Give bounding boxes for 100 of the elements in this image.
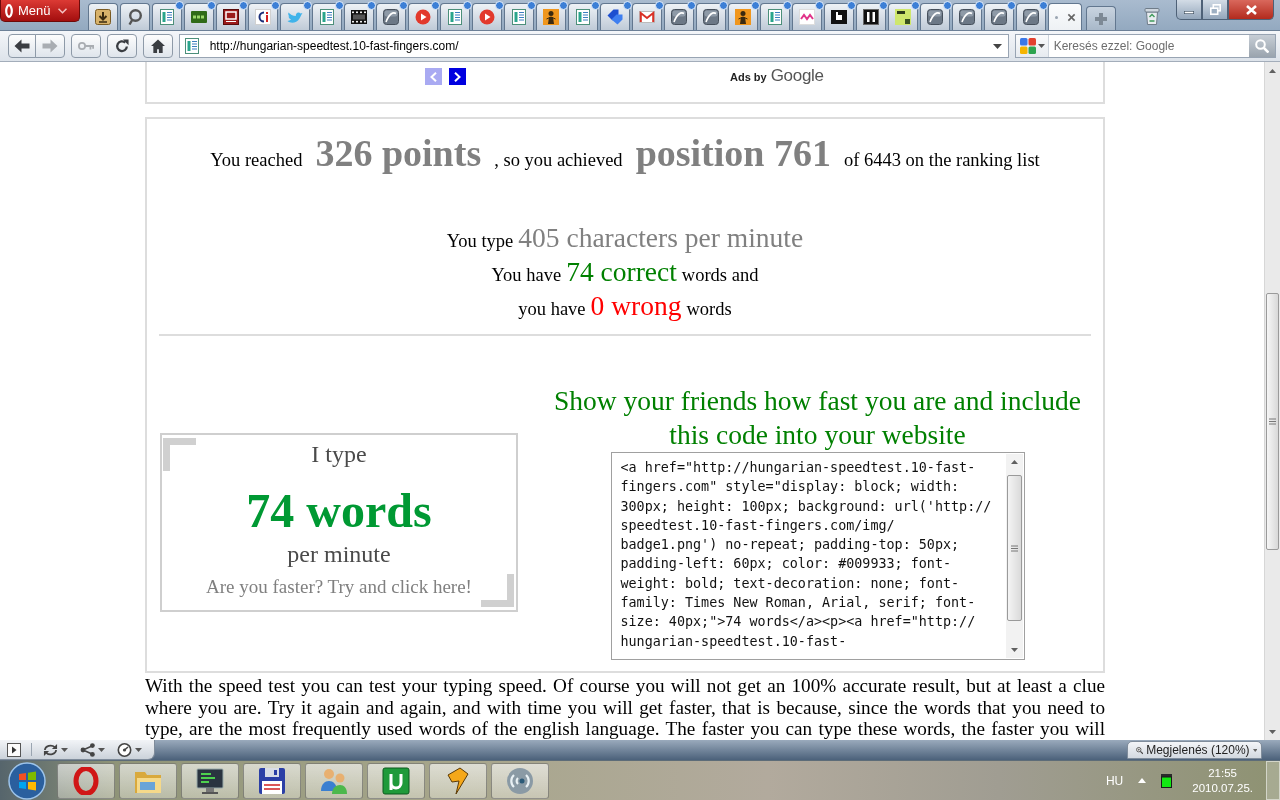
search-engine-button[interactable] [1015, 35, 1049, 57]
intro-paragraph: With the speed test you can test your typing speed. Of course you will not get an 100% accurate result, but at least a clue where you are. Try it again and again, and with time you will get faster, that is because, since the words that you need to type, are the most frequently used words of the english language. The faster you can type these words, the faster you will [145, 675, 1105, 740]
home-button[interactable] [142, 34, 173, 58]
code-textarea[interactable]: <a href="http://hungarian-speedtest.10-fast- fingers.com" style="display: block; width: 300px; height: 100px; background: url('http:// speedtest.10-fast-fingers.com/img/ badge1.png') no-repeat; padding-top: 50px; padding-left: 60px; color: #009933; font- weight: bold; text-decoration: none; font- family: Times New Roman, Arial, serif; font- size: 40px;">74 words</a><p><a href="http:// hungarian-speedtest.10-fast- [610, 452, 1025, 660]
correct-count: 74 correct [566, 255, 677, 289]
arrow-right-icon [41, 39, 58, 53]
trash-icon[interactable] [1144, 7, 1160, 25]
reload-button[interactable] [106, 34, 137, 58]
ranking-value: 326 points [315, 131, 482, 176]
caret-down-icon[interactable] [992, 43, 1002, 49]
page-icon [183, 38, 200, 54]
logo-icon [1019, 38, 1036, 54]
result-text: You have [491, 264, 562, 287]
grip-icon [1010, 544, 1018, 552]
tile-icon [191, 9, 207, 25]
tab[interactable] [696, 3, 726, 30]
result-text: words [686, 298, 732, 321]
close-icon[interactable] [1066, 12, 1076, 22]
ranking-value: position 761 [635, 131, 831, 176]
tile-icon [959, 9, 975, 25]
play-icon [415, 9, 431, 25]
tile-icon [863, 9, 879, 25]
ads-label: Ads by [730, 71, 767, 84]
waves-icon [506, 766, 534, 795]
restore-button[interactable] [1202, 0, 1228, 20]
back-button[interactable] [8, 34, 36, 58]
tab[interactable] [536, 3, 566, 30]
ring-icon [127, 9, 143, 25]
plus-icon [1095, 12, 1107, 25]
tab[interactable] [1016, 3, 1046, 30]
caret-down-icon [1037, 44, 1045, 48]
tab[interactable] [376, 3, 406, 30]
tab[interactable] [824, 3, 854, 30]
corner-bracket-icon [163, 437, 196, 471]
tab[interactable] [664, 3, 694, 30]
badge-call-to-action: Are you faster? Try and click here! [206, 574, 472, 599]
sync-button[interactable] [43, 742, 68, 757]
tile-icon [1023, 9, 1039, 25]
tab[interactable] [728, 3, 758, 30]
result-text: You type [446, 230, 514, 253]
minimize-icon [1184, 11, 1194, 14]
arrow-down-icon [1010, 648, 1018, 652]
battery-icon[interactable] [1161, 773, 1173, 788]
speed-badge-link[interactable]: I type 74 words per minute Are you faster? Try and click here! [160, 432, 518, 612]
new-tab-button[interactable] [1086, 6, 1116, 30]
taskbar-button[interactable] [181, 762, 239, 799]
logo-icon [255, 9, 271, 25]
address-field[interactable]: http://hungarian-speedtest.10-fast-fingers.com/ [178, 34, 1009, 58]
ads-brand[interactable]: Google [770, 66, 824, 86]
result-text: , so you achieved [494, 149, 623, 172]
result-text: you have [518, 298, 586, 321]
caret-down-icon [61, 747, 68, 752]
bird-icon [287, 9, 303, 25]
arrow-up-icon [1269, 68, 1276, 73]
gauge-icon [117, 742, 132, 757]
next-button[interactable] [449, 68, 466, 85]
start-orb-icon[interactable] [8, 761, 46, 800]
page-icon [511, 9, 527, 25]
result-text: words and [681, 264, 759, 287]
tab[interactable] [216, 3, 246, 30]
chevron-right-icon [454, 71, 461, 82]
zoom-button[interactable]: Megjelenés (120%) [1127, 741, 1262, 759]
film-icon [351, 9, 367, 25]
caret-down-icon [135, 747, 142, 752]
tile-icon [223, 9, 239, 25]
taskbar-button[interactable] [243, 762, 301, 799]
close-button[interactable] [1228, 0, 1274, 20]
page-icon [767, 9, 783, 25]
taskbar-button[interactable] [429, 762, 487, 799]
scrollbar-thumb[interactable] [1266, 293, 1279, 550]
minimize-button[interactable] [1176, 0, 1202, 20]
tile-icon [671, 9, 687, 25]
tab[interactable] [920, 3, 950, 30]
tab[interactable] [248, 3, 278, 30]
tab[interactable] [120, 3, 150, 30]
triangle-up-icon[interactable] [1138, 778, 1147, 783]
tab[interactable] [88, 3, 118, 30]
tile-icon [799, 9, 815, 25]
tab[interactable] [984, 3, 1014, 30]
search-field[interactable]: Keresés ezzel: Google [1014, 34, 1277, 58]
scrollbar-thumb[interactable] [1006, 475, 1022, 621]
network-button[interactable] [80, 742, 105, 757]
taskbar-button[interactable] [367, 762, 425, 799]
tab[interactable] [856, 3, 886, 30]
page-icon [319, 9, 335, 25]
chevron-down-icon [57, 7, 67, 14]
play-icon [479, 9, 495, 25]
panel-toggle-icon[interactable] [7, 742, 21, 757]
menu-button[interactable]: Menü [0, 0, 80, 22]
arrow-up-icon [1010, 460, 1018, 464]
gauge-button[interactable] [117, 742, 142, 757]
tab[interactable] [952, 3, 982, 30]
ring-icon [72, 766, 100, 795]
tab[interactable] [888, 3, 918, 30]
tab[interactable] [600, 3, 630, 30]
tag-icon [607, 9, 623, 25]
badge-unit: per minute [287, 539, 391, 569]
envelope-icon [639, 9, 655, 25]
restore-icon [1209, 4, 1221, 15]
tab[interactable] [344, 3, 374, 30]
